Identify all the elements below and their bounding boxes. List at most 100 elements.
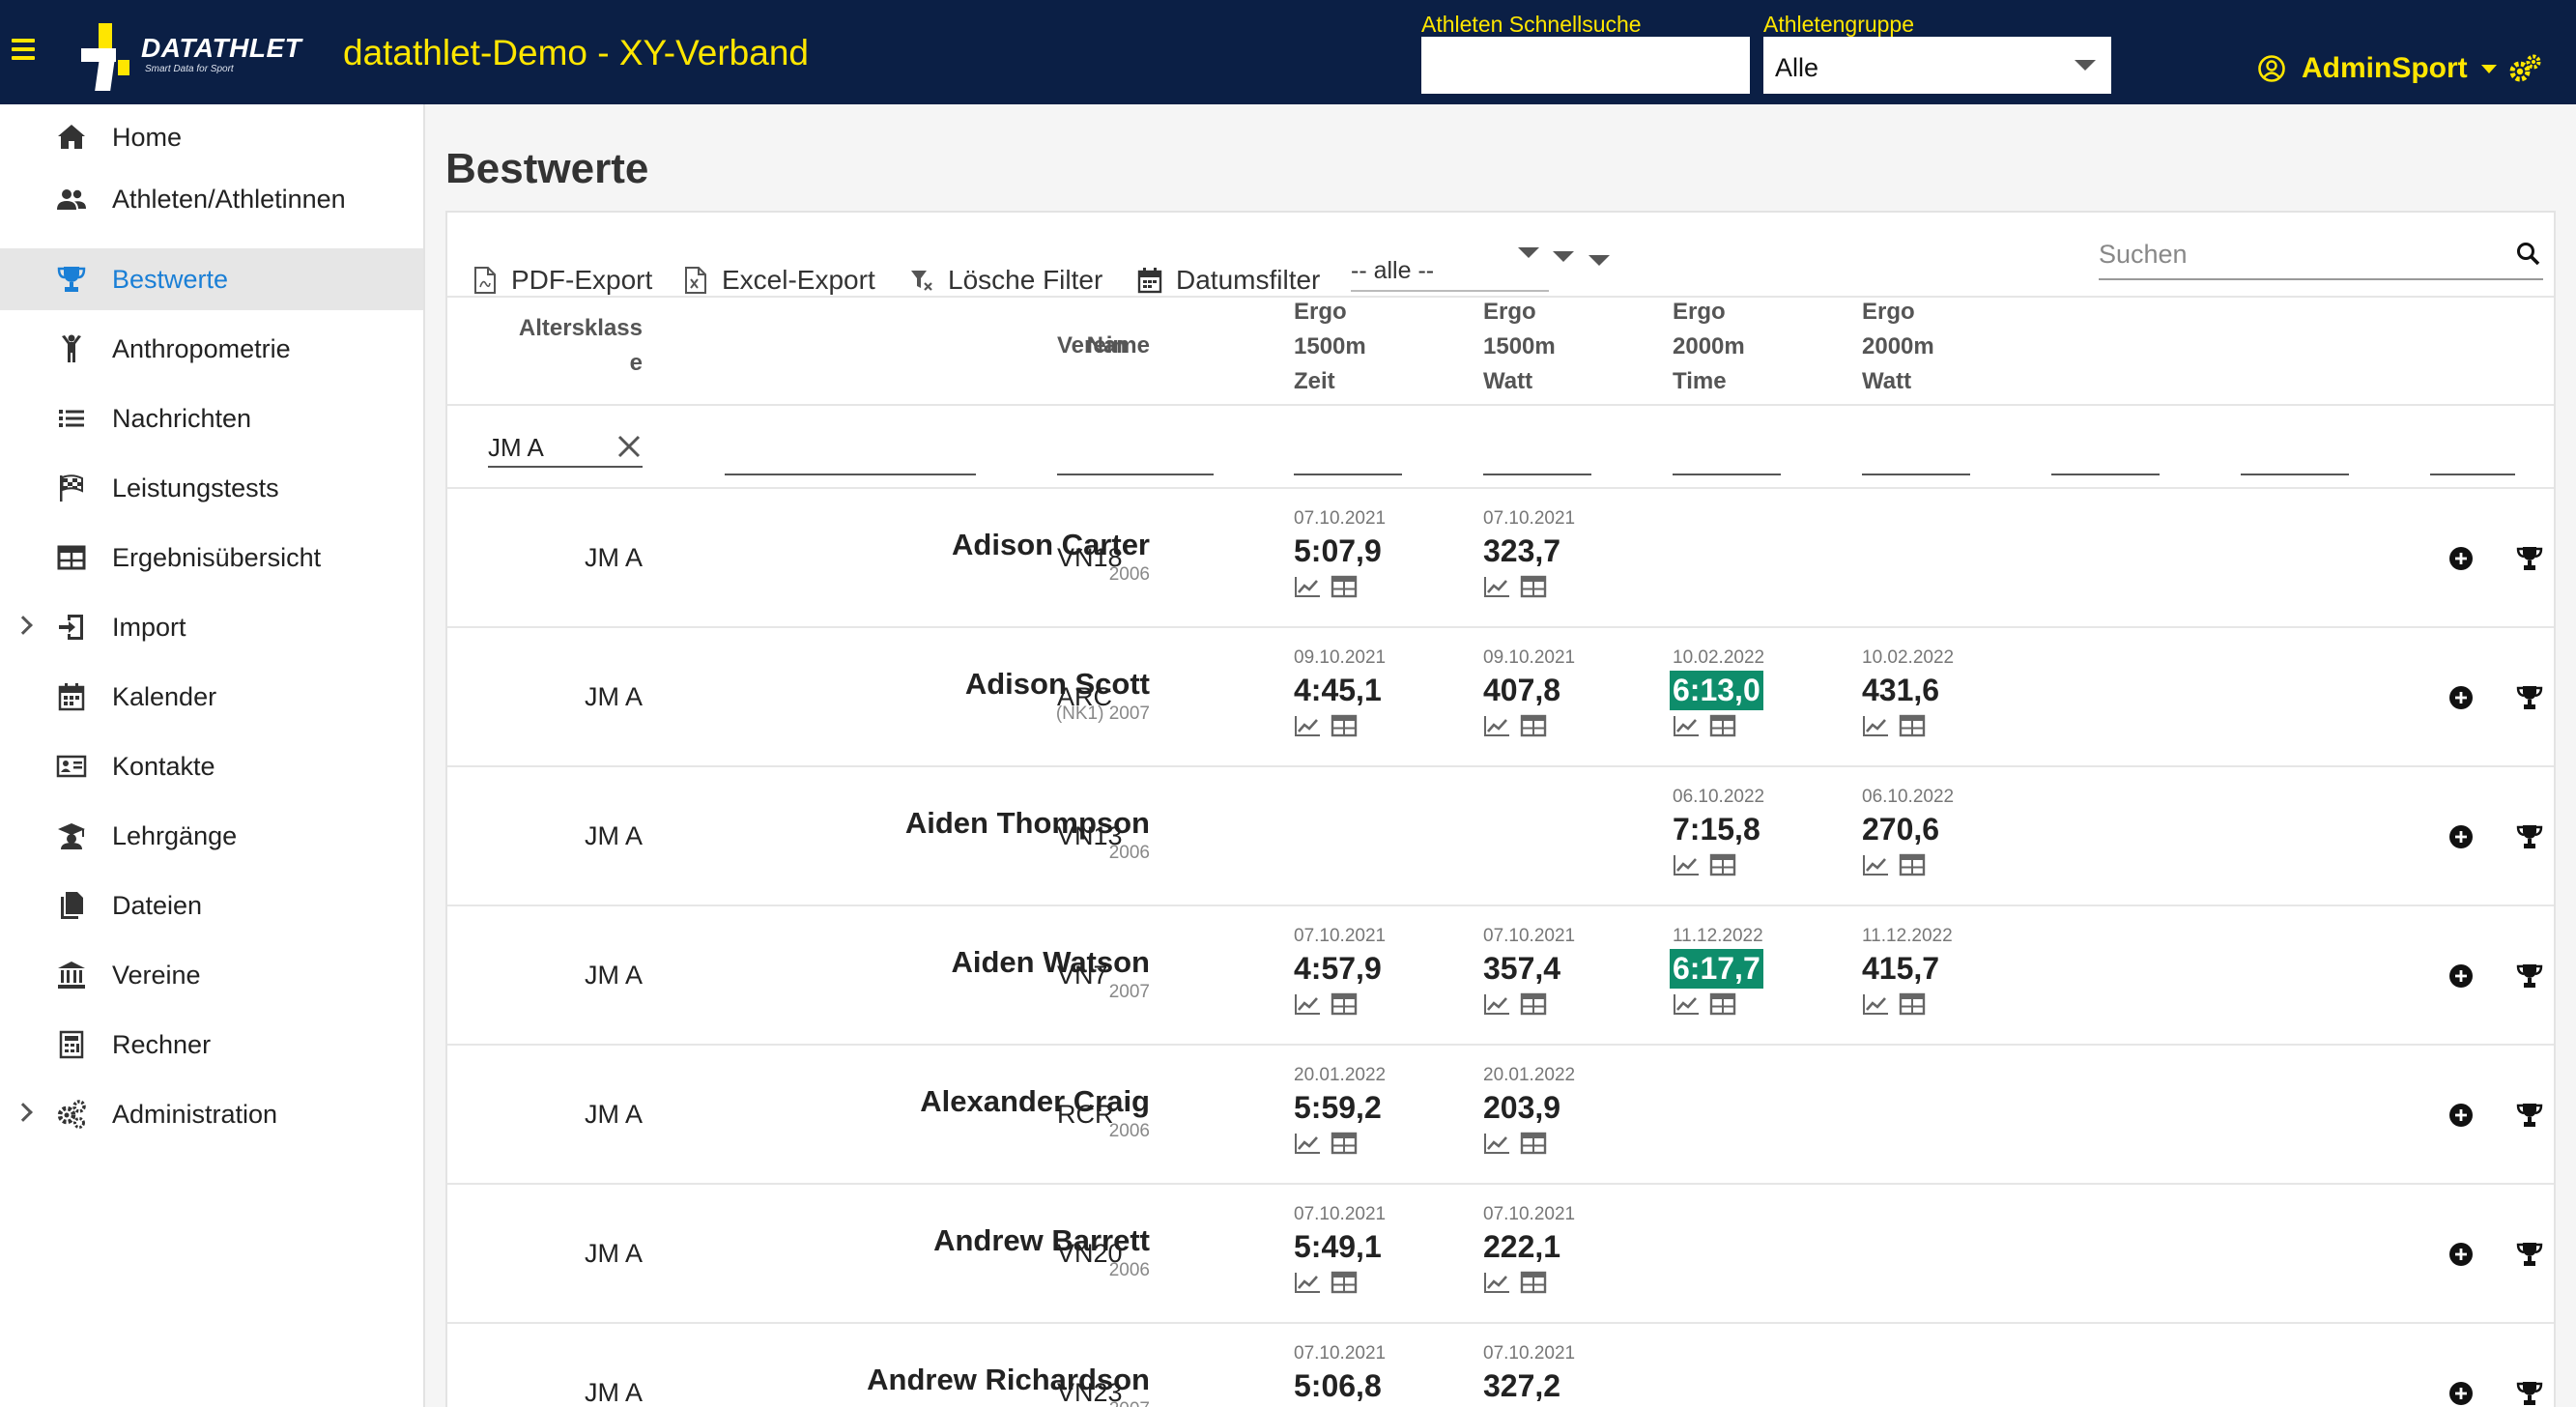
chart-line-icon[interactable] (1483, 1132, 1510, 1155)
column-filter-input[interactable] (2430, 474, 2515, 475)
chart-line-icon[interactable] (1862, 853, 1889, 876)
column-header-ergo-2000m-watt[interactable]: Ergo 2000m Watt (1862, 295, 1934, 399)
table-icon[interactable] (1520, 1271, 1547, 1294)
table-icon[interactable] (1709, 853, 1736, 876)
add-circle-icon[interactable] (2447, 1102, 2475, 1129)
sidebar-item-anthropometrie[interactable]: Anthropometrie (0, 318, 423, 380)
chart-line-icon[interactable] (1483, 575, 1510, 598)
sidebar-item-athleten[interactable]: Athleten/Athletinnen (0, 168, 423, 230)
chart-line-icon[interactable] (1294, 575, 1321, 598)
column-header-ergo-1500m-zeit[interactable]: Ergo 1500m Zeit (1294, 295, 1366, 399)
table-icon[interactable] (1709, 714, 1736, 737)
table-icon[interactable] (1899, 714, 1926, 737)
name-filter-input[interactable] (725, 474, 976, 475)
add-circle-icon[interactable] (2447, 962, 2475, 990)
column-header-verein[interactable]: Verein (1057, 329, 1127, 363)
chart-line-icon[interactable] (1483, 992, 1510, 1016)
table-row[interactable]: JM A Andrew Barrett 2006 VN20 07.10.2021 5:49… (447, 1185, 2554, 1324)
table-row[interactable]: JM A Aiden Watson 2007 VN7 07.10.2021 4:57,9 0… (447, 906, 2554, 1046)
table-icon[interactable] (1899, 853, 1926, 876)
table-row[interactable]: JM A Alexander Craig 2006 RCR 20.01.2022 5:59… (447, 1046, 2554, 1185)
date-filter-button[interactable]: Datumsfilter (1137, 261, 1320, 300)
verein-filter-input[interactable] (1057, 474, 1214, 475)
close-icon[interactable] (615, 433, 643, 460)
sidebar-item-home[interactable]: Home (0, 106, 423, 168)
sidebar-item-administration[interactable]: Administration (0, 1083, 423, 1145)
caret-down-icon[interactable] (1518, 247, 1539, 258)
sidebar-item-vereine[interactable]: Vereine (0, 944, 423, 1006)
sidebar-item-nachrichten[interactable]: Nachrichten (0, 388, 423, 449)
column-header-altersklasse[interactable]: Altersklass e (505, 311, 643, 381)
column-header-ergo-1500m-watt[interactable]: Ergo 1500m Watt (1483, 295, 1556, 399)
sidebar-item-import[interactable]: Import (0, 596, 423, 658)
chart-line-icon[interactable] (1483, 1271, 1510, 1294)
settings-gears-icon[interactable] (2507, 52, 2542, 87)
sidebar-item-lehrgaenge[interactable]: Lehrgänge (0, 805, 423, 867)
caret-down-icon[interactable] (1553, 251, 1574, 262)
sidebar-item-ergebnisuebersicht[interactable]: Ergebnisübersicht (0, 527, 423, 589)
clear-filter-button[interactable]: Lösche Filter (909, 261, 1102, 300)
trophy-icon[interactable] (2516, 1379, 2543, 1407)
table-icon[interactable] (1520, 714, 1547, 737)
logo[interactable]: DATATHLET Smart Data for Sport (81, 23, 303, 91)
quick-search-input[interactable] (1421, 37, 1750, 94)
chart-line-icon[interactable] (1294, 992, 1321, 1016)
table-icon[interactable] (1709, 992, 1736, 1016)
table-icon[interactable] (1520, 992, 1547, 1016)
column-filter-input[interactable] (2241, 474, 2349, 475)
ergo-1500m-zeit-filter-input[interactable] (1294, 474, 1402, 475)
chart-line-icon[interactable] (1673, 853, 1700, 876)
search-icon[interactable] (2514, 240, 2543, 269)
table-icon[interactable] (1899, 992, 1926, 1016)
table-row[interactable]: JM AAndrew Richardson2007VN2307.10.20215… (447, 1324, 2554, 1407)
excel-export-button[interactable]: Excel-Export (683, 261, 875, 300)
column-header-ergo-2000m-time[interactable]: Ergo 2000m Time (1673, 295, 1745, 399)
table-icon[interactable] (1520, 575, 1547, 598)
menu-icon[interactable] (12, 39, 35, 66)
user-menu-button[interactable]: AdminSport (2257, 48, 2497, 89)
table-icon[interactable] (1331, 575, 1358, 598)
table-search-input[interactable] (2099, 232, 2485, 276)
table-row[interactable]: JM A Adison Carter 2006 VN18 07.10.2021 5:07,… (447, 489, 2554, 628)
add-circle-icon[interactable] (2447, 1241, 2475, 1268)
chart-line-icon[interactable] (1294, 1132, 1321, 1155)
chart-line-icon[interactable] (1862, 992, 1889, 1016)
table-icon[interactable] (1331, 992, 1358, 1016)
caret-down-icon[interactable] (1589, 255, 1610, 266)
ergo-1500m-watt-filter-input[interactable] (1483, 474, 1591, 475)
add-circle-icon[interactable] (2447, 684, 2475, 711)
sidebar-item-kalender[interactable]: Kalender (0, 666, 423, 728)
table-icon[interactable] (1331, 1132, 1358, 1155)
athlete-group-select[interactable]: Alle (1763, 37, 2111, 94)
add-circle-icon[interactable] (2447, 1380, 2475, 1407)
sidebar-item-leistungstests[interactable]: Leistungstests (0, 457, 423, 519)
add-circle-icon[interactable] (2447, 823, 2475, 850)
chart-line-icon[interactable] (1483, 714, 1510, 737)
sidebar-item-rechner[interactable]: Rechner (0, 1014, 423, 1076)
chart-line-icon[interactable] (1294, 714, 1321, 737)
sidebar-item-dateien[interactable]: Dateien (0, 875, 423, 936)
trophy-icon[interactable] (2516, 544, 2543, 573)
column-filter-input[interactable] (2051, 474, 2160, 475)
chart-line-icon[interactable] (1673, 992, 1700, 1016)
chevron-right-icon[interactable] (14, 616, 33, 635)
sidebar-item-bestwerte[interactable]: Bestwerte (0, 248, 423, 310)
sidebar-item-kontakte[interactable]: Kontakte (0, 735, 423, 797)
trophy-icon[interactable] (2516, 962, 2543, 991)
table-row[interactable]: JM A Aiden Thompson 2006 VN13 06.10.2022 7:15… (447, 767, 2554, 906)
chart-line-icon[interactable] (1673, 714, 1700, 737)
trophy-icon[interactable] (2516, 1240, 2543, 1269)
chevron-right-icon[interactable] (14, 1103, 33, 1122)
pdf-export-button[interactable]: PDF-Export (472, 261, 652, 300)
ergo-2000m-watt-filter-input[interactable] (1862, 474, 1970, 475)
chart-line-icon[interactable] (1862, 714, 1889, 737)
ergo-2000m-time-filter-input[interactable] (1673, 474, 1781, 475)
table-icon[interactable] (1331, 1271, 1358, 1294)
add-circle-icon[interactable] (2447, 545, 2475, 572)
table-icon[interactable] (1520, 1132, 1547, 1155)
trophy-icon[interactable] (2516, 822, 2543, 851)
chart-line-icon[interactable] (1294, 1271, 1321, 1294)
table-row[interactable]: JM A Adison Scott (NK1) 2007 ARC 09.10.2021 4… (447, 628, 2554, 767)
trophy-icon[interactable] (2516, 1101, 2543, 1130)
trophy-icon[interactable] (2516, 683, 2543, 712)
